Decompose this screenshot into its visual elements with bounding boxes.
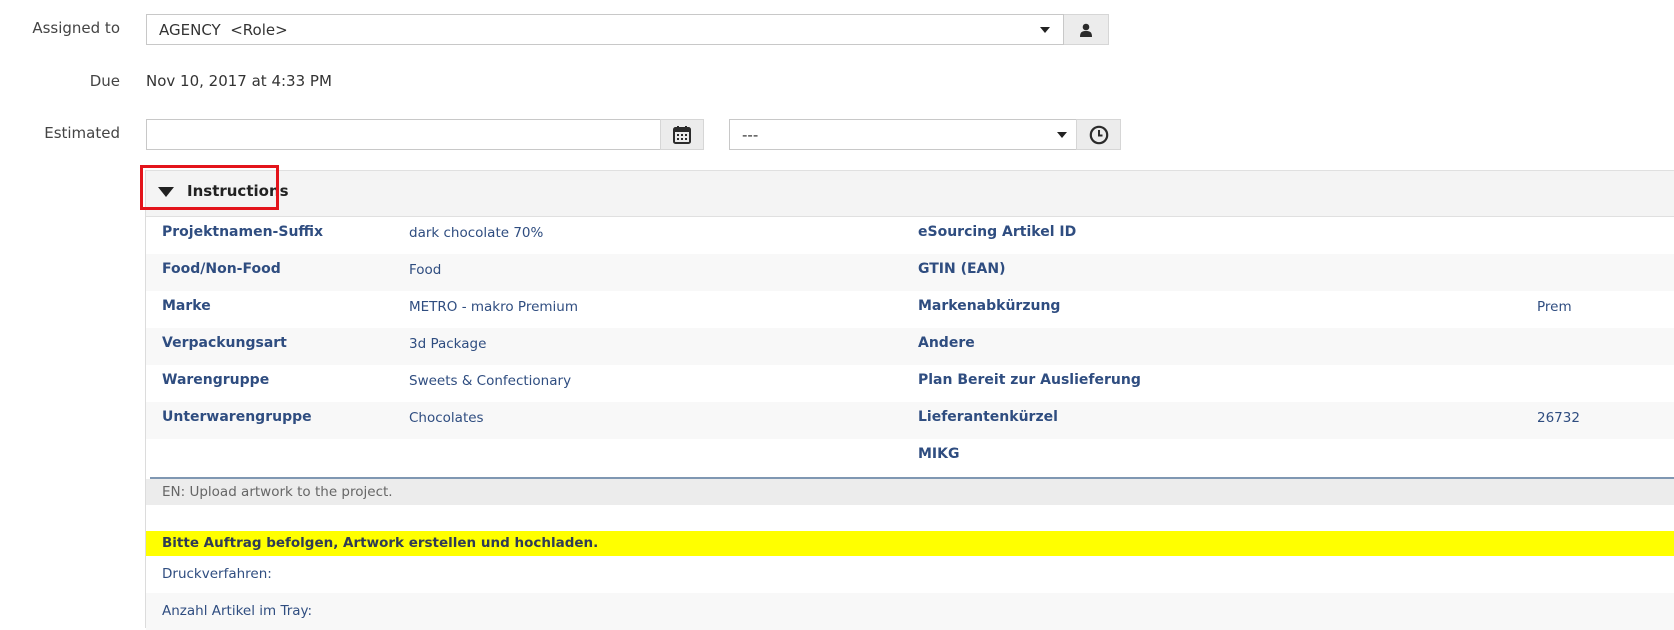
assigned-to-label: Assigned to xyxy=(32,19,120,37)
instructions-header[interactable] xyxy=(146,170,1674,217)
note-anzahl-artikel: Anzahl Artikel im Tray: xyxy=(146,593,1674,630)
field-name: eSourcing Artikel ID xyxy=(918,224,1077,240)
assign-user-button[interactable] xyxy=(1064,14,1109,45)
en-instruction-text: EN: Upload artwork to the project. xyxy=(146,479,1674,505)
field-name: Projektnamen-Suffix xyxy=(162,224,324,240)
assigned-to-value: AGENCY <Role> xyxy=(159,21,288,39)
field-name: Markenabkürzung xyxy=(918,298,1061,314)
calendar-icon xyxy=(673,125,691,144)
table-row xyxy=(146,365,1674,402)
due-value: Nov 10, 2017 at 4:33 PM xyxy=(146,72,332,90)
due-label: Due xyxy=(89,72,120,90)
field-value: 26732 xyxy=(1537,410,1580,426)
chevron-down-icon xyxy=(1040,27,1050,33)
field-name: Lieferantenkürzel xyxy=(918,409,1058,425)
field-name: Unterwarengruppe xyxy=(162,409,312,425)
field-value: Prem xyxy=(1537,299,1572,315)
field-value: Sweets & Confectionary xyxy=(409,373,572,389)
table-row xyxy=(146,291,1674,328)
field-name: Verpackungsart xyxy=(162,335,287,351)
highlighted-instruction: Bitte Auftrag befolgen, Artwork erstelle… xyxy=(146,531,1674,556)
field-name: Andere xyxy=(918,335,975,351)
table-row xyxy=(146,439,1674,476)
field-name: Plan Bereit zur Auslieferung xyxy=(918,372,1141,388)
table-row xyxy=(146,328,1674,365)
field-name: Food/Non-Food xyxy=(162,261,281,277)
estimated-time-value: --- xyxy=(742,126,759,144)
user-icon xyxy=(1080,23,1092,37)
estimated-label: Estimated xyxy=(44,124,120,142)
field-value: dark chocolate 70% xyxy=(409,225,544,241)
estimated-time-select[interactable]: --- xyxy=(729,119,1077,150)
estimated-date-input[interactable] xyxy=(146,119,661,150)
callout-highlight xyxy=(140,165,279,210)
field-value: 3d Package xyxy=(409,336,487,352)
assigned-to-select[interactable]: AGENCY <Role> xyxy=(146,14,1064,45)
clock-icon xyxy=(1089,125,1108,144)
chevron-down-icon xyxy=(1057,132,1067,138)
calendar-button[interactable] xyxy=(660,119,704,150)
field-name: Warengruppe xyxy=(162,372,270,388)
field-name: Marke xyxy=(162,298,211,314)
clock-button[interactable] xyxy=(1076,119,1121,150)
table-row xyxy=(146,402,1674,439)
note-druckverfahren: Druckverfahren: xyxy=(162,566,272,582)
field-value: Chocolates xyxy=(409,410,484,426)
table-row xyxy=(146,254,1674,291)
field-name: MIKG xyxy=(918,446,960,462)
field-value: METRO - makro Premium xyxy=(409,299,579,315)
field-value: Food xyxy=(409,262,442,278)
table-row xyxy=(146,217,1674,254)
field-name: GTIN (EAN) xyxy=(918,261,1006,277)
